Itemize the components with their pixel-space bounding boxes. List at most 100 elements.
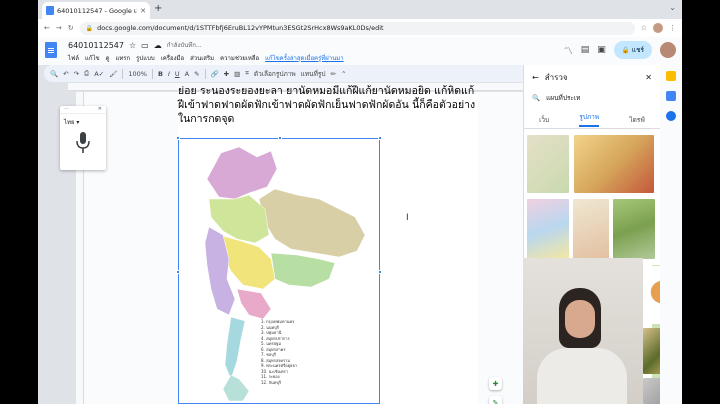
image-result[interactable] bbox=[574, 135, 654, 193]
image-options-button[interactable]: ตัวเลือกรูปภาพ bbox=[254, 69, 296, 79]
divider bbox=[204, 68, 206, 79]
tab-drive[interactable]: ไดรฟ์ bbox=[629, 115, 645, 125]
share-button[interactable]: 🔒 แชร์ bbox=[613, 41, 652, 59]
tab-web[interactable]: เว็บ bbox=[539, 115, 549, 125]
docs-header: 64010112547 ☆ ▭ ☁ กำลังบันทึก... ไฟล์ แก… bbox=[38, 37, 682, 65]
image-result[interactable] bbox=[573, 199, 609, 259]
tab-images[interactable]: รูปภาพ bbox=[579, 112, 600, 127]
user-avatar[interactable] bbox=[660, 42, 676, 58]
calendar-icon[interactable] bbox=[666, 91, 676, 101]
menu-file[interactable]: ไฟล์ bbox=[68, 53, 79, 63]
text-color-icon[interactable]: A bbox=[185, 70, 189, 78]
search-icon: 🔍 bbox=[532, 94, 541, 102]
explore-tabs: เว็บ รูปภาพ ไดรฟ์ bbox=[524, 111, 660, 129]
voice-language: ไทย bbox=[64, 119, 75, 126]
map-legend: 1. กรุงเทพมหานคร 2. นนทบุรี 3. ปทุมธานี … bbox=[261, 319, 297, 385]
reload-icon[interactable]: ↻ bbox=[68, 24, 74, 32]
star-doc-icon[interactable]: ☆ bbox=[129, 41, 136, 50]
browser-window: 64010112547 - Google เอกสาร ✕ + ⌄ ← → ↻ … bbox=[38, 0, 682, 404]
resize-handle[interactable] bbox=[378, 136, 382, 140]
spellcheck-icon[interactable]: A✓ bbox=[94, 70, 104, 78]
menu-format[interactable]: รูปแบบ bbox=[136, 53, 155, 63]
resize-handle[interactable] bbox=[278, 136, 282, 140]
doc-title-row: 64010112547 ☆ ▭ ☁ กำลังบันทึก... bbox=[68, 40, 202, 50]
microphone-icon[interactable] bbox=[76, 132, 90, 154]
legend-item: 9. พระนครศรีอยุธยา bbox=[261, 363, 298, 368]
menu-help[interactable]: ความช่วยเหลือ bbox=[220, 53, 259, 63]
tab-strip: 64010112547 - Google เอกสาร ✕ + ⌄ bbox=[38, 0, 682, 19]
explore-search[interactable]: 🔍 แผนที่ประเท bbox=[524, 89, 660, 107]
side-panel-rail bbox=[660, 65, 682, 404]
image-result[interactable] bbox=[527, 135, 569, 193]
close-tab-icon[interactable]: ✕ bbox=[140, 7, 146, 15]
add-comment-icon[interactable]: ✚ bbox=[224, 70, 229, 78]
italic-icon[interactable]: I bbox=[168, 70, 170, 78]
resize-handle[interactable] bbox=[378, 270, 382, 274]
close-explore-icon[interactable]: ✕ bbox=[645, 73, 652, 82]
explore-title: สำรวจ bbox=[544, 72, 568, 82]
tab-title: 64010112547 - Google เอกสาร bbox=[57, 6, 137, 15]
crop-icon[interactable]: ⌗ bbox=[245, 69, 249, 78]
menu-edit[interactable]: แก้ไข bbox=[85, 53, 100, 63]
collapse-toolbar-icon[interactable]: ⌃ bbox=[341, 70, 346, 78]
replace-image-button[interactable]: แทนที่รูป bbox=[301, 69, 326, 79]
activity-icon[interactable]: 〽 bbox=[564, 44, 573, 57]
star-icon[interactable]: ☆ bbox=[641, 24, 647, 32]
voice-language-select[interactable]: ไทย ▾ bbox=[60, 114, 106, 130]
resize-handle[interactable] bbox=[176, 136, 180, 140]
last-edit-link[interactable]: แก้ไขครั้งล่าสุดเมื่อครู่ที่ผ่านมา bbox=[265, 53, 344, 63]
underline-icon[interactable]: U bbox=[175, 70, 180, 78]
cloud-status-icon: ☁ bbox=[153, 40, 162, 50]
body-paragraph[interactable]: ย่อย ระนองระยองยะลา ยานัดหมอมีแก้ฝีแก้ยา… bbox=[178, 84, 478, 126]
meet-icon[interactable]: ▣ bbox=[597, 45, 606, 55]
new-tab-icon[interactable]: + bbox=[154, 3, 162, 14]
browser-tab[interactable]: 64010112547 - Google เอกสาร ✕ bbox=[42, 2, 150, 19]
legend-item: 1. กรุงเทพมหานคร bbox=[261, 319, 295, 324]
docs-logo-icon[interactable] bbox=[45, 42, 57, 58]
forward-icon[interactable]: → bbox=[56, 24, 62, 32]
back-icon[interactable]: ← bbox=[44, 24, 50, 32]
thailand-map-image[interactable]: 1. กรุงเทพมหานคร 2. นนทบุรี 3. ปทุมธานี … bbox=[176, 136, 382, 404]
image-result[interactable] bbox=[613, 199, 655, 259]
presenter-face bbox=[565, 300, 595, 338]
resize-handle[interactable] bbox=[176, 270, 180, 274]
share-label: แชร์ bbox=[631, 46, 644, 54]
toolbar: 🔍 ↶ ↷ ⎙ A✓ 🖌 100% B I U A ✎ 🔗 ✚ ▨ ⌗ ตัวเ… bbox=[44, 65, 552, 82]
menu-icon[interactable]: ⋮ bbox=[669, 24, 676, 32]
comment-icon[interactable]: ▤ bbox=[581, 45, 590, 55]
close-voice-icon[interactable]: ✕ bbox=[98, 106, 102, 113]
menu-tools[interactable]: เครื่องมือ bbox=[161, 53, 184, 63]
text-cursor-icon: I bbox=[406, 213, 409, 223]
paint-format-icon[interactable]: 🖌 bbox=[109, 70, 117, 78]
menu-insert[interactable]: แทรก bbox=[115, 53, 130, 63]
explore-back-icon[interactable]: ← bbox=[532, 73, 539, 82]
drag-handle-icon[interactable]: ··· bbox=[64, 106, 69, 113]
document-page[interactable]: ย่อย ระนองระยองยะลา ยานัดหมอมีแก้ฝีแก้ยา… bbox=[176, 85, 478, 404]
chevron-down-icon[interactable]: ⌄ bbox=[669, 3, 676, 12]
search-menus-icon[interactable]: 🔍 bbox=[50, 70, 58, 78]
menu-addons[interactable]: ส่วนเสริม bbox=[190, 53, 214, 63]
profile-avatar[interactable] bbox=[653, 23, 663, 33]
doc-title[interactable]: 64010112547 bbox=[68, 41, 124, 50]
insert-image-icon[interactable]: ▨ bbox=[234, 70, 240, 78]
undo-icon[interactable]: ↶ bbox=[63, 70, 68, 78]
tasks-icon[interactable] bbox=[666, 111, 676, 121]
voice-typing-titlebar[interactable]: ··· ✕ bbox=[60, 106, 106, 114]
webcam-overlay bbox=[523, 258, 643, 404]
image-result[interactable] bbox=[527, 199, 569, 259]
menu-view[interactable]: ดู bbox=[106, 53, 110, 63]
bold-icon[interactable]: B bbox=[158, 70, 163, 78]
zoom-select[interactable]: 100% bbox=[128, 70, 147, 78]
highlight-icon[interactable]: ✎ bbox=[194, 70, 199, 78]
move-folder-icon[interactable]: ▭ bbox=[141, 41, 149, 50]
keep-icon[interactable] bbox=[666, 71, 676, 81]
edit-mode-icon[interactable]: ✏ bbox=[331, 70, 336, 78]
add-comment-float-icon[interactable]: ✚ bbox=[489, 377, 502, 390]
redo-icon[interactable]: ↷ bbox=[74, 70, 79, 78]
link-icon[interactable]: 🔗 bbox=[211, 70, 219, 78]
suggest-edit-icon[interactable]: ✎ bbox=[489, 396, 502, 404]
print-icon[interactable]: ⎙ bbox=[84, 69, 89, 78]
omnibox[interactable]: 🔒 docs.google.com/document/d/1STTFbfj6Er… bbox=[79, 21, 635, 35]
presenter-body bbox=[537, 348, 627, 404]
legend-item: 12. จันทบุรี bbox=[261, 379, 282, 385]
